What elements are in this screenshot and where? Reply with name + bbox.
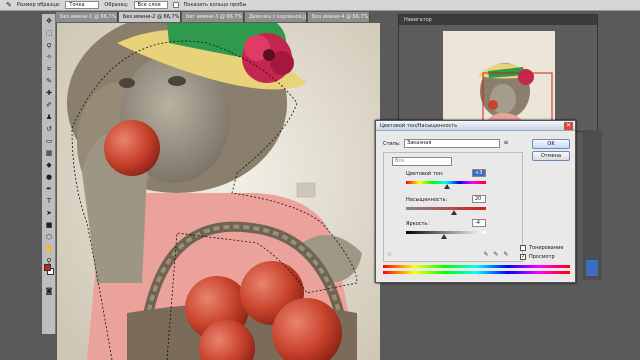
styles-menu-icon[interactable]: ≡	[502, 139, 510, 147]
tab-document-4[interactable]: Девочка с корзиной.jpg ...	[245, 12, 307, 22]
clone-stamp-icon[interactable]: ♟	[44, 112, 54, 122]
foreground-color-swatch[interactable]	[44, 264, 51, 271]
close-icon[interactable]: ✕	[564, 122, 573, 130]
pen-tool-icon[interactable]: ✒	[44, 184, 54, 194]
marquee-tool-icon[interactable]: ⬚	[44, 28, 54, 38]
side-panel-strip	[582, 130, 602, 280]
lightness-slider-knob[interactable]	[441, 234, 448, 239]
styles-label: Стиль:	[383, 141, 401, 147]
lightness-label: Яркость:	[406, 221, 430, 227]
color-bar-bottom	[383, 271, 570, 274]
crop-tool-icon[interactable]: ⌗	[44, 64, 54, 74]
eyedropper-icon[interactable]: ✎	[6, 1, 12, 9]
colorize-label: Тонирование	[529, 245, 564, 251]
sample-size-label: Размер образца:	[16, 2, 61, 8]
saturation-slider-track[interactable]	[406, 207, 486, 210]
styles-select[interactable]: Заказная	[404, 139, 500, 148]
panel-accent-block[interactable]	[586, 260, 598, 276]
hue-label: Цветовой тон:	[406, 171, 444, 177]
preview-label: Просмотр	[529, 254, 555, 260]
tab-document-3[interactable]: Бег имени-3 @ 66,7% (R...	[182, 12, 244, 22]
show-sample-ring-label: Показать кольцо пробы	[183, 2, 247, 8]
quick-mask-icon[interactable]: ◙	[44, 286, 54, 296]
dialog-title: Цветовой тон/Насыщенность	[376, 121, 575, 131]
colorize-checkbox[interactable]	[520, 245, 526, 251]
saturation-slider-knob[interactable]	[451, 210, 457, 215]
navigator-thumbnail[interactable]	[443, 31, 555, 129]
photo-girl-with-basket	[57, 23, 380, 360]
eyedropper-icon[interactable]: ✎	[482, 251, 490, 259]
tools-panel: ✥ ⬚ ϙ ✧ ⌗ ✎ ✚ ✐ ♟ ↺ ▭ ▦ ◆ ● ✒ T ➤ ■ ⬡ ✋ …	[42, 14, 56, 334]
path-selection-icon[interactable]: ➤	[44, 208, 54, 218]
saturation-label: Насыщенность:	[406, 197, 448, 203]
navigator-title: Навигатор	[399, 15, 597, 25]
lasso-tool-icon[interactable]: ϙ	[44, 40, 54, 50]
history-brush-icon[interactable]: ↺	[44, 124, 54, 134]
photoshop-window: ✎ Размер образца: Точка Образец: Все сло…	[0, 0, 640, 360]
move-tool-icon[interactable]: ✥	[44, 16, 54, 26]
sample-select[interactable]: Все слои	[133, 1, 168, 9]
hand-target-icon[interactable]: ☞	[386, 251, 394, 259]
sample-label: Образец:	[104, 2, 129, 8]
healing-brush-icon[interactable]: ✚	[44, 88, 54, 98]
eraser-tool-icon[interactable]: ▭	[44, 136, 54, 146]
eyedropper-plus-icon[interactable]: ✎	[492, 251, 500, 259]
navigator-panel: Навигатор	[398, 14, 598, 132]
tab-document-2[interactable]: Без имени-2 @ 66,7% (Слой 1, RGB/8)	[119, 12, 181, 22]
show-sample-ring-checkbox[interactable]	[172, 2, 179, 8]
cancel-button[interactable]: Отмена	[532, 151, 570, 161]
brush-tool-icon[interactable]: ✐	[44, 100, 54, 110]
hue-input[interactable]: +3	[472, 169, 486, 177]
document-canvas[interactable]	[57, 23, 380, 360]
eyedropper-minus-icon[interactable]: ✎	[502, 251, 510, 259]
ok-button[interactable]: OK	[532, 139, 570, 149]
gradient-tool-icon[interactable]: ▦	[44, 148, 54, 158]
preview-checkbox[interactable]: ✓	[520, 254, 526, 260]
type-tool-icon[interactable]: T	[44, 196, 54, 206]
sample-size-select[interactable]: Точка	[65, 1, 100, 9]
eyedropper-tool-icon[interactable]: ✎	[44, 76, 54, 86]
color-bar-top	[383, 265, 570, 268]
saturation-input[interactable]: 20	[472, 195, 486, 203]
blur-tool-icon[interactable]: ◆	[44, 160, 54, 170]
hue-saturation-dialog: Цветовой тон/Насыщенность ✕ Стиль: Заказ…	[375, 120, 576, 283]
navigator-preview-image	[443, 31, 555, 129]
options-bar: ✎ Размер образца: Точка Образец: Все сло…	[0, 0, 640, 11]
document-tabs: Без имени-1 @ 66,7% (Слой 1, ... Без име…	[56, 12, 396, 22]
3d-tool-icon[interactable]: ⬡	[44, 232, 54, 242]
hue-slider-knob[interactable]	[443, 184, 450, 189]
tab-document-5[interactable]: Без имени-4 @ 66,7% (R...	[308, 12, 370, 22]
quick-selection-tool-icon[interactable]: ✧	[44, 52, 54, 62]
tab-document-1[interactable]: Без имени-1 @ 66,7% (Слой 1, ...	[56, 12, 118, 22]
shape-tool-icon[interactable]: ■	[44, 220, 54, 230]
dodge-tool-icon[interactable]: ●	[44, 172, 54, 182]
lightness-input[interactable]: -4	[472, 219, 486, 227]
channel-select[interactable]: Все	[392, 157, 452, 166]
hand-tool-icon[interactable]: ✋	[44, 244, 54, 254]
